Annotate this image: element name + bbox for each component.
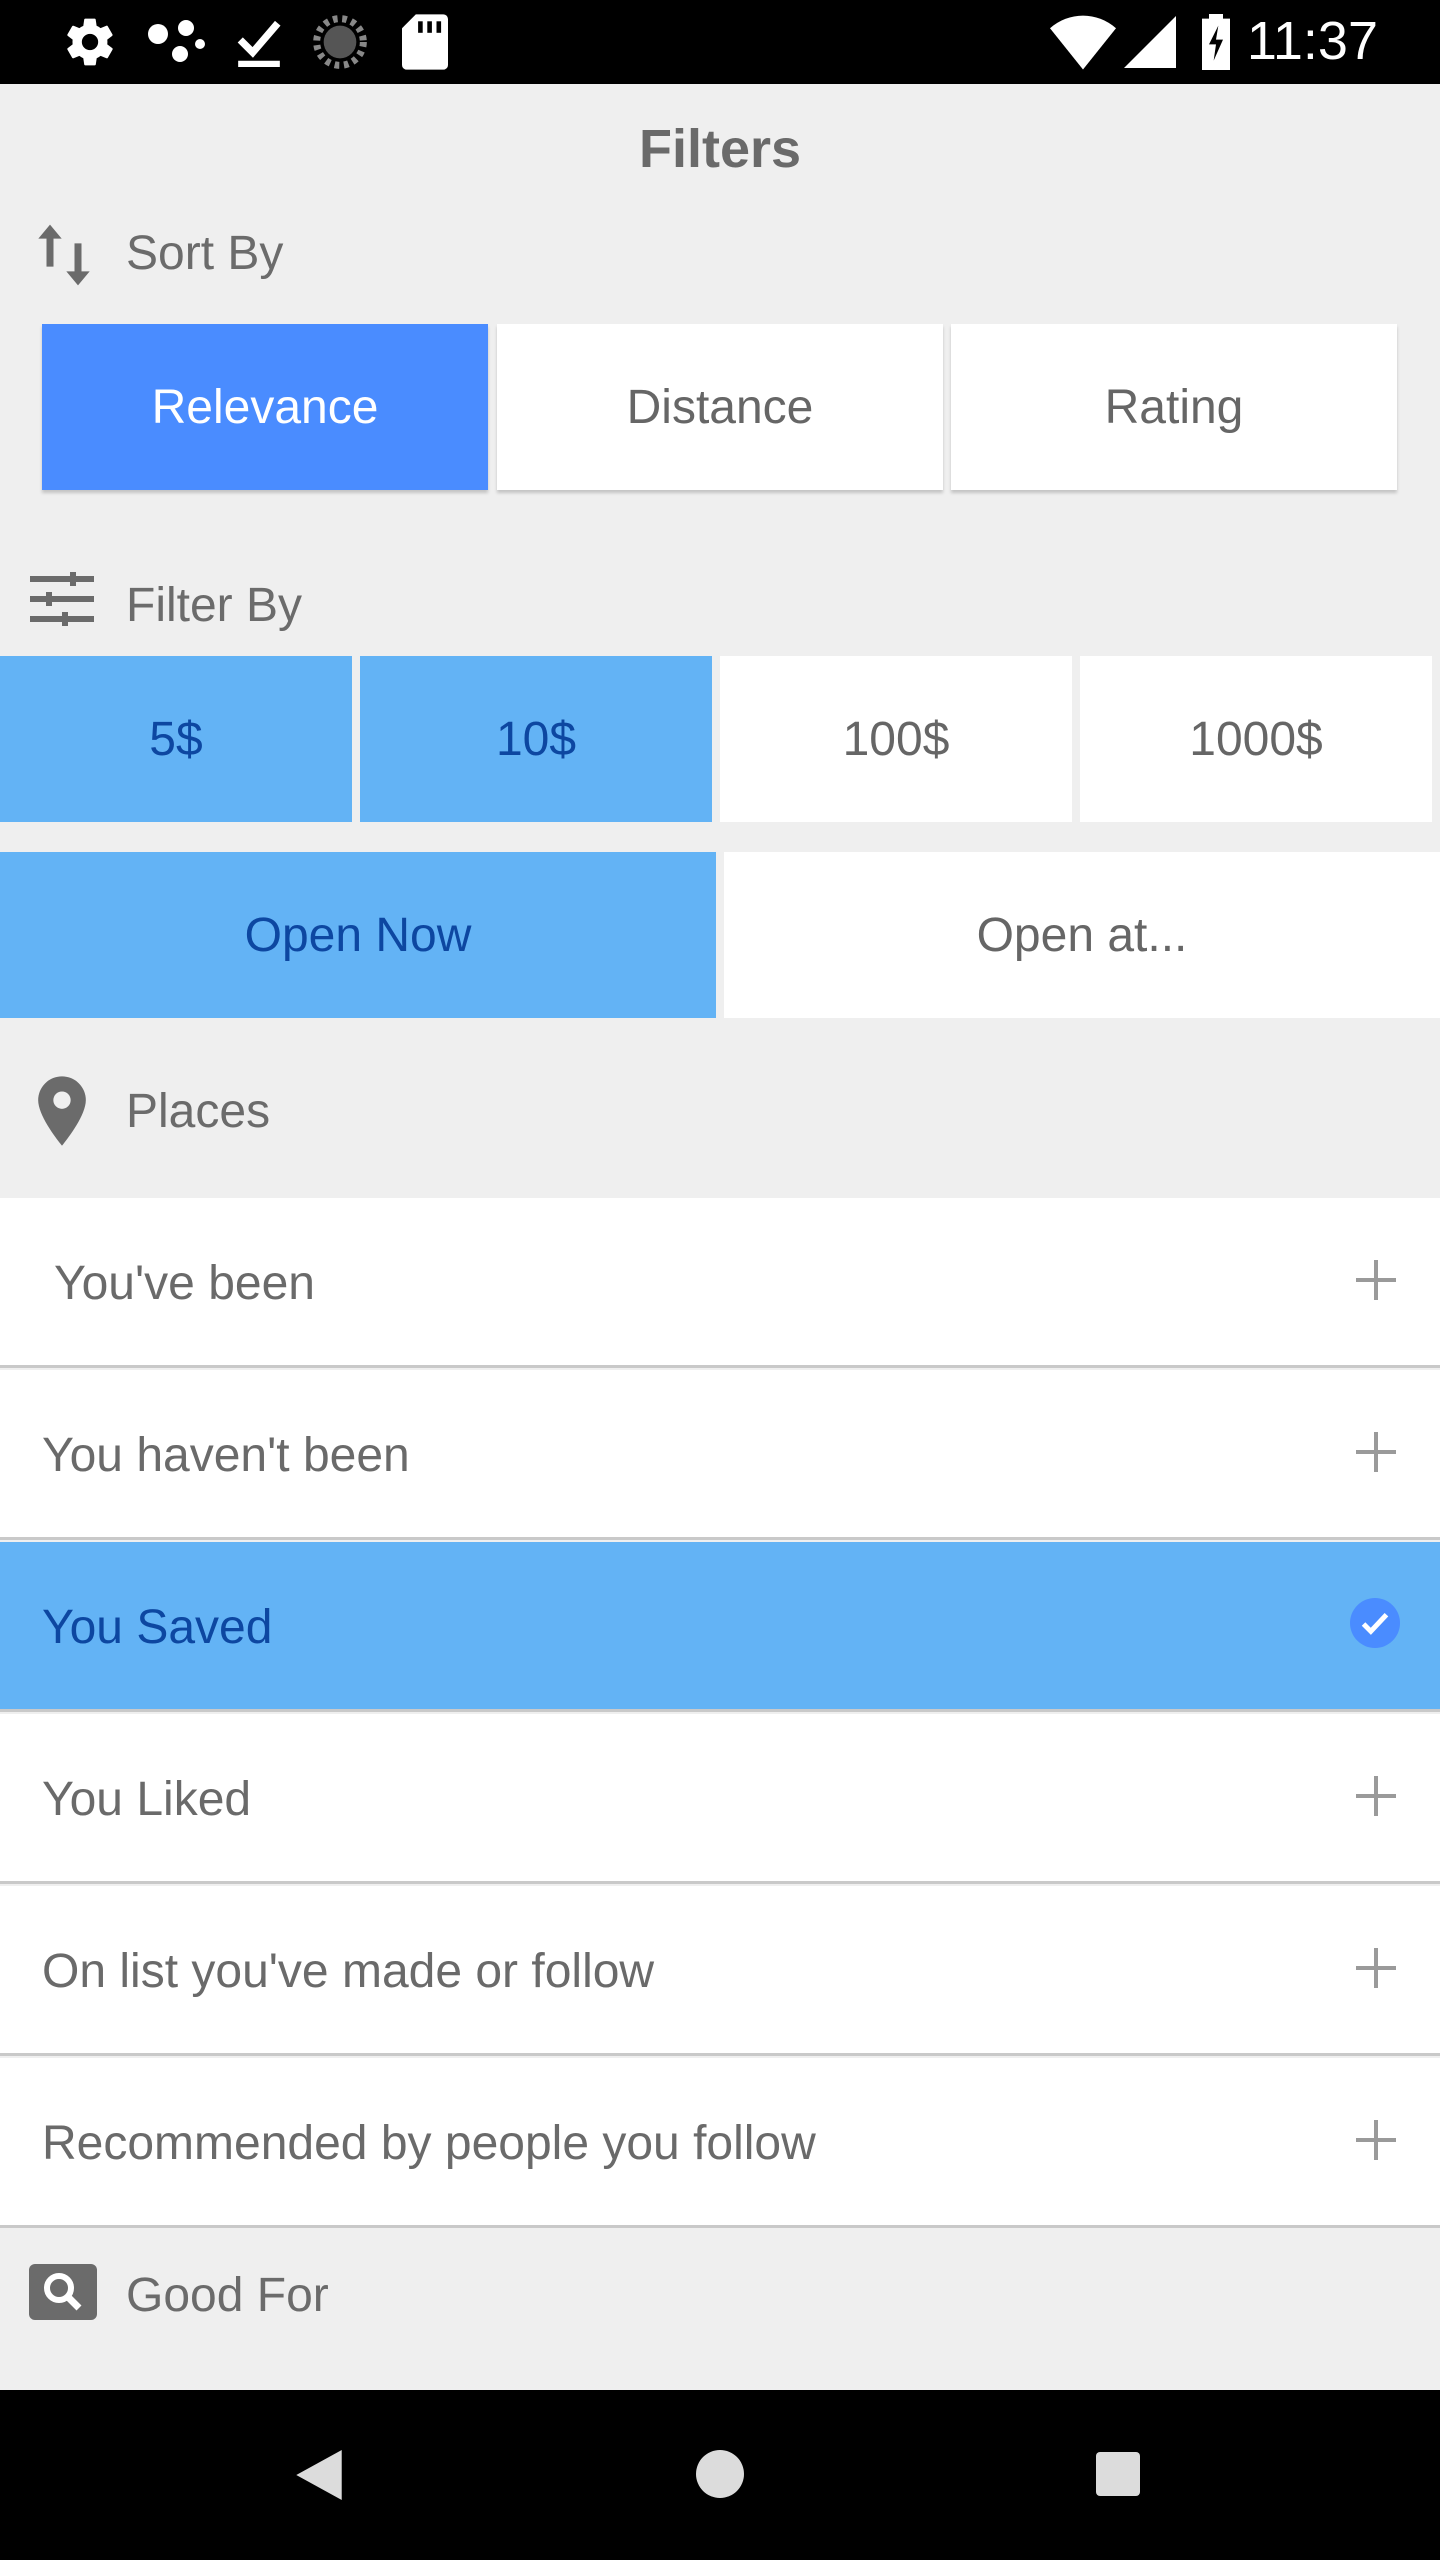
place-filter-liked[interactable]: You Liked (0, 1714, 1440, 1884)
sort-arrows-icon (38, 224, 90, 286)
place-filter-on-list[interactable]: On list you've made or follow (0, 1886, 1440, 2056)
battery-charging-icon (1202, 14, 1230, 70)
search-box-icon (29, 2264, 97, 2320)
navigation-bar (0, 2390, 1440, 2560)
price-option-5[interactable]: 5$ (0, 656, 352, 822)
clock: 11:37 (1246, 11, 1378, 71)
place-filter-recommended[interactable]: Recommended by people you follow (0, 2058, 1440, 2228)
sort-option-distance[interactable]: Distance (497, 324, 943, 490)
good-for-header: Good For (0, 2234, 1440, 2344)
status-bar: 11:37 (0, 0, 1440, 84)
price-option-10[interactable]: 10$ (360, 656, 712, 822)
list-item-label: You've been (54, 1257, 315, 1310)
loading-icon (313, 15, 367, 69)
open-now-button[interactable]: Open Now (0, 852, 716, 1018)
add-icon[interactable] (1352, 1944, 1400, 1992)
add-icon[interactable] (1352, 1428, 1400, 1476)
sort-option-rating[interactable]: Rating (951, 324, 1397, 490)
home-icon[interactable] (696, 2450, 744, 2498)
place-filter-youve-been[interactable]: You've been (0, 1198, 1440, 1368)
filter-by-label: Filter By (126, 579, 303, 632)
filter-by-header: Filter By (0, 544, 1440, 654)
price-option-100[interactable]: 100$ (720, 656, 1072, 822)
location-pin-icon (38, 1076, 86, 1146)
sliders-icon (30, 572, 94, 626)
list-item-label: Recommended by people you follow (42, 2117, 816, 2170)
page-title: Filters (638, 119, 802, 179)
nearby-icon (148, 20, 205, 62)
signal-icon (1124, 16, 1176, 68)
sort-option-relevance[interactable]: Relevance (42, 324, 488, 490)
sd-card-icon (402, 14, 448, 70)
sort-by-header: Sort By (0, 196, 1440, 306)
sort-by-label: Sort By (126, 227, 284, 280)
list-item-label: You Liked (42, 1773, 252, 1826)
add-icon[interactable] (1352, 1256, 1400, 1304)
back-icon[interactable] (296, 2450, 342, 2500)
add-icon[interactable] (1352, 2116, 1400, 2164)
good-for-label: Good For (126, 2269, 329, 2322)
places-label: Places (126, 1085, 271, 1138)
settings-icon (67, 18, 113, 66)
add-icon[interactable] (1352, 1772, 1400, 1820)
recents-icon[interactable] (1096, 2452, 1140, 2496)
open-at-button[interactable]: Open at... (724, 852, 1440, 1018)
list-item-label: You Saved (42, 1601, 273, 1654)
wifi-icon (1050, 15, 1116, 70)
download-done-icon (237, 20, 281, 67)
place-filter-havent-been[interactable]: You haven't been (0, 1370, 1440, 1540)
filters-screen: Filters Sort By Relevance Distance Ratin… (0, 84, 1440, 2390)
check-circle-icon[interactable] (1350, 1598, 1400, 1648)
list-item-label: On list you've made or follow (42, 1945, 655, 1998)
price-option-1000[interactable]: 1000$ (1080, 656, 1432, 822)
places-header: Places (0, 1044, 1440, 1154)
list-item-label: You haven't been (42, 1429, 410, 1482)
place-filter-saved[interactable]: You Saved (0, 1542, 1440, 1712)
